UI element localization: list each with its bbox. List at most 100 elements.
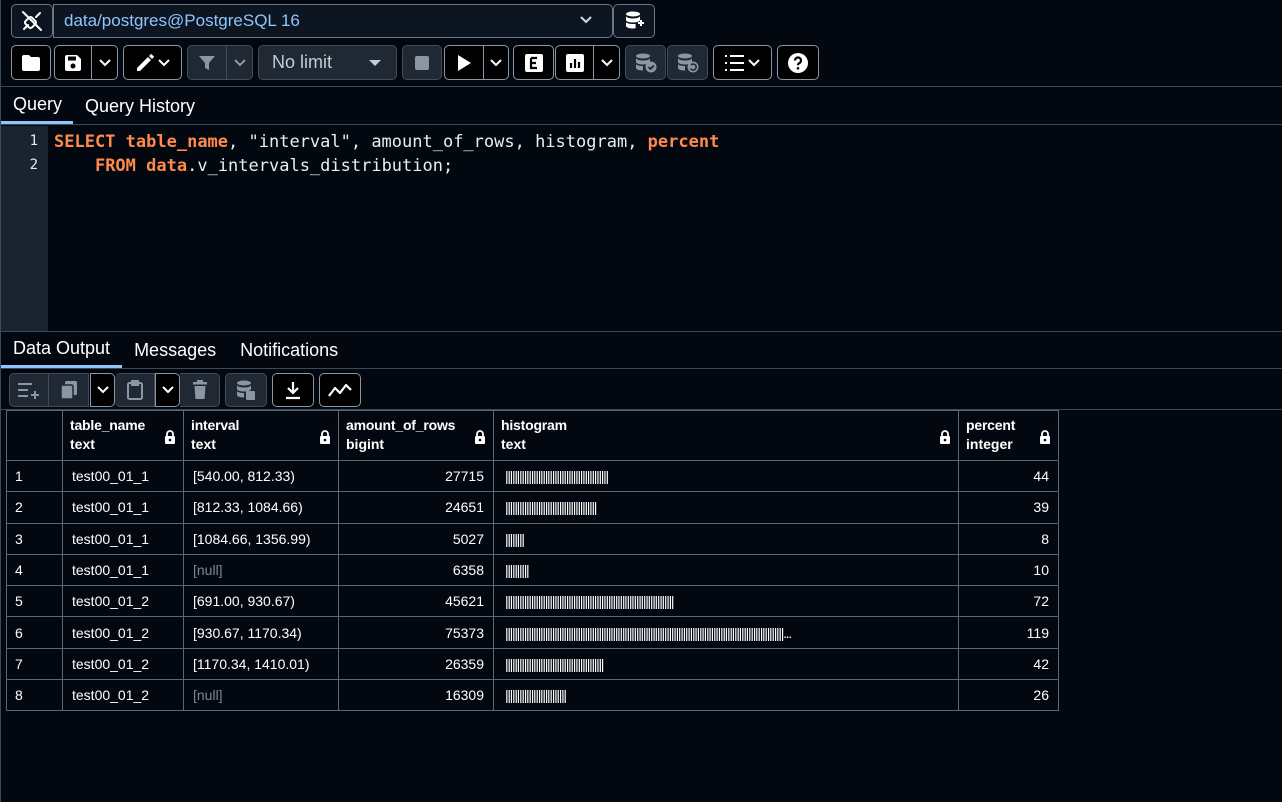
cell-histogram[interactable]: ||||||||||||||||||||||||||||||||||||||||… (493, 616, 959, 649)
filter-button[interactable] (187, 45, 227, 80)
commit-button[interactable] (625, 45, 666, 80)
cell-amount-of-rows[interactable]: 26359 (338, 647, 494, 681)
new-connection-button[interactable] (613, 4, 655, 38)
cell-interval[interactable]: [812.33, 1084.66) (183, 491, 339, 524)
cell-table-name[interactable]: test00_01_1 (62, 553, 184, 587)
row-number[interactable]: 5 (6, 585, 63, 618)
tab-data-output[interactable]: Data Output (1, 332, 123, 368)
row-number[interactable]: 6 (6, 616, 63, 649)
tab-notifications[interactable]: Notifications (228, 332, 350, 368)
cell-interval[interactable]: [691.00, 930.67) (183, 585, 339, 618)
column-header-percent[interactable]: percent integer (958, 410, 1059, 461)
cell-percent[interactable]: 119 (958, 616, 1059, 649)
cell-amount-of-rows[interactable]: 6358 (338, 553, 494, 587)
explain-analyze-button[interactable] (555, 45, 594, 80)
delete-row-button[interactable] (180, 373, 220, 407)
cell-table-name[interactable]: test00_01_1 (62, 522, 184, 555)
execute-button[interactable] (444, 45, 484, 80)
row-number[interactable]: 8 (6, 679, 63, 712)
cell-percent[interactable]: 26 (958, 679, 1059, 712)
connection-select[interactable]: data/postgres@PostgreSQL 16 (53, 4, 613, 38)
tab-query[interactable]: Query (1, 88, 74, 124)
cell-table-name[interactable]: test00_01_2 (62, 616, 184, 649)
cell-histogram[interactable]: ||||||||||||||||||||||||||||||||||||||| (493, 491, 959, 524)
tab-query-history[interactable]: Query History (73, 88, 207, 124)
cell-interval[interactable]: [1170.34, 1410.01) (183, 647, 339, 681)
table-row[interactable]: 7 test00_01_2 [1170.34, 1410.01) 26359 |… (6, 647, 1059, 681)
cell-amount-of-rows[interactable]: 27715 (338, 459, 494, 493)
table-row[interactable]: 2 test00_01_1 [812.33, 1084.66) 24651 ||… (6, 491, 1059, 524)
add-row-button[interactable] (9, 373, 49, 407)
column-header-interval[interactable]: interval text (183, 410, 339, 461)
cell-histogram[interactable]: ||||||||||||||||||||||||||||||||||||||||… (493, 459, 959, 493)
row-number[interactable]: 1 (6, 459, 63, 493)
table-row[interactable]: 6 test00_01_2 [930.67, 1170.34) 75373 ||… (6, 616, 1059, 649)
caret-down-icon (369, 60, 381, 66)
row-number[interactable]: 3 (6, 522, 63, 555)
paste-options-dropdown[interactable] (155, 373, 180, 407)
cell-interval[interactable]: [1084.66, 1356.99) (183, 522, 339, 555)
table-row[interactable]: 5 test00_01_2 [691.00, 930.67) 45621 |||… (6, 585, 1059, 618)
tab-messages[interactable]: Messages (122, 332, 228, 368)
row-number[interactable]: 2 (6, 491, 63, 524)
cell-table-name[interactable]: test00_01_2 (62, 647, 184, 681)
sql-editor[interactable]: 1 2 SELECT table_name, "interval", amoun… (1, 126, 1282, 331)
cell-percent[interactable]: 72 (958, 585, 1059, 618)
open-file-button[interactable] (11, 45, 51, 80)
explain-options-dropdown[interactable] (594, 45, 620, 80)
row-number[interactable]: 7 (6, 647, 63, 681)
cell-histogram[interactable]: |||||||||| (493, 553, 959, 587)
cell-histogram[interactable]: |||||||| (493, 522, 959, 555)
cell-amount-of-rows[interactable]: 16309 (338, 679, 494, 712)
rollback-button[interactable] (667, 45, 708, 80)
cell-percent[interactable]: 10 (958, 553, 1059, 587)
table-row[interactable]: 8 test00_01_2 [null] 16309 |||||||||||||… (6, 679, 1059, 712)
cell-histogram[interactable]: |||||||||||||||||||||||||| (493, 679, 959, 712)
save-data-button[interactable] (225, 373, 267, 407)
paste-button[interactable] (115, 373, 155, 407)
row-number-header[interactable] (6, 410, 63, 461)
column-header-amount-of-rows[interactable]: amount_of_rows bigint (338, 410, 494, 461)
download-button[interactable] (272, 373, 314, 407)
filter-options-dropdown[interactable] (227, 45, 253, 80)
list-icon (725, 54, 744, 71)
table-row[interactable]: 4 test00_01_1 [null] 6358 |||||||||| 10 (6, 553, 1059, 587)
row-limit-select[interactable]: No limit (258, 45, 397, 80)
cell-table-name[interactable]: test00_01_2 (62, 679, 184, 712)
cell-histogram[interactable]: ||||||||||||||||||||||||||||||||||||||||… (493, 585, 959, 618)
cell-percent[interactable]: 42 (958, 647, 1059, 681)
cell-table-name[interactable]: test00_01_1 (62, 459, 184, 493)
save-file-button[interactable] (54, 45, 92, 80)
execute-options-dropdown[interactable] (484, 45, 509, 80)
cell-amount-of-rows[interactable]: 24651 (338, 491, 494, 524)
cell-percent[interactable]: 8 (958, 522, 1059, 555)
edit-menu-button[interactable] (123, 45, 182, 80)
cell-table-name[interactable]: test00_01_2 (62, 585, 184, 618)
cancel-query-button[interactable] (402, 45, 442, 80)
cell-percent[interactable]: 39 (958, 491, 1059, 524)
cell-amount-of-rows[interactable]: 75373 (338, 616, 494, 649)
explain-button[interactable] (513, 45, 554, 80)
graph-visualiser-button[interactable] (319, 373, 361, 407)
table-row[interactable]: 1 test00_01_1 [540.00, 812.33) 27715 |||… (6, 459, 1059, 493)
cell-interval[interactable]: [930.67, 1170.34) (183, 616, 339, 649)
cell-amount-of-rows[interactable]: 5027 (338, 522, 494, 555)
help-button[interactable] (777, 45, 819, 80)
play-icon (458, 54, 471, 71)
cell-interval-null[interactable]: [null] (183, 553, 339, 587)
table-row[interactable]: 3 test00_01_1 [1084.66, 1356.99) 5027 ||… (6, 522, 1059, 555)
column-header-histogram[interactable]: histogram text (493, 410, 959, 461)
save-options-dropdown[interactable] (92, 45, 118, 80)
cell-interval[interactable]: [540.00, 812.33) (183, 459, 339, 493)
cell-amount-of-rows[interactable]: 45621 (338, 585, 494, 618)
cell-percent[interactable]: 44 (958, 459, 1059, 493)
copy-button[interactable] (49, 373, 89, 407)
cell-table-name[interactable]: test00_01_1 (62, 491, 184, 524)
row-number[interactable]: 4 (6, 553, 63, 587)
connection-status-button[interactable] (11, 4, 53, 38)
copy-options-dropdown[interactable] (90, 373, 115, 407)
macros-button[interactable] (713, 45, 772, 80)
column-header-table-name[interactable]: table_name text (62, 410, 184, 461)
cell-interval-null[interactable]: [null] (183, 679, 339, 712)
cell-histogram[interactable]: ||||||||||||||||||||||||||||||||||||||||… (493, 647, 959, 681)
